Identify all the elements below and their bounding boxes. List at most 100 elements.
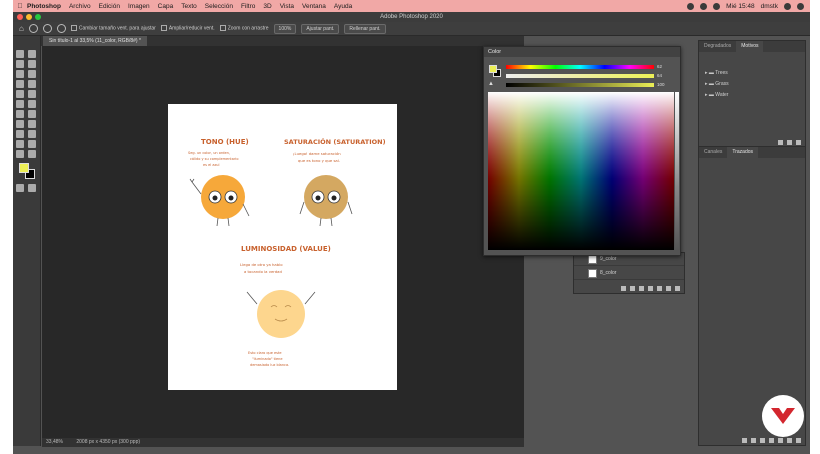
layer-row[interactable]: 8_color (574, 267, 684, 280)
zoom-in-icon[interactable] (42, 24, 52, 33)
folder-icon[interactable] (778, 140, 783, 145)
wifi-icon[interactable] (700, 2, 708, 10)
fill-path-icon[interactable] (742, 438, 747, 443)
trash-icon[interactable] (796, 438, 801, 443)
new-pattern-icon[interactable] (787, 140, 792, 145)
apple-icon[interactable]:  (13, 3, 27, 10)
artboard[interactable]: TONO (HUE) Seg. un color, un orden, cáli… (168, 104, 397, 390)
type-tool-icon[interactable] (16, 130, 24, 138)
foreground-color-swatch[interactable] (19, 163, 29, 173)
tab-canales[interactable]: Canales (699, 147, 727, 158)
menu-imagen[interactable]: Imagen (128, 3, 150, 10)
saturation-slider[interactable] (506, 74, 654, 78)
clone-stamp-icon[interactable] (28, 90, 36, 98)
new-path-icon[interactable] (787, 438, 792, 443)
move-tool-icon[interactable] (16, 50, 24, 58)
saturation-text-1: ¡Luego! dame saturación (293, 151, 341, 156)
zoom-window-button[interactable] (35, 14, 41, 20)
dodge-tool-icon[interactable] (16, 120, 24, 128)
color-panel[interactable]: Color ▲ 62 64 100 (483, 46, 681, 256)
mask-icon[interactable] (639, 286, 644, 291)
eyedropper-icon[interactable] (16, 80, 24, 88)
gradient-tool-icon[interactable] (16, 110, 24, 118)
adjustment-icon[interactable] (648, 286, 653, 291)
fit-screen-button[interactable]: Ajustar pant. (301, 23, 340, 34)
zoom-tool-icon[interactable] (28, 24, 38, 33)
menubar-user[interactable]: dmstk (761, 3, 778, 10)
menu-list-icon[interactable] (797, 2, 804, 10)
new-layer-icon[interactable] (666, 286, 671, 291)
tab-trazados[interactable]: Trazados (727, 147, 759, 158)
blur-tool-icon[interactable] (28, 110, 36, 118)
more-tools-icon[interactable] (28, 150, 36, 158)
frame-tool-icon[interactable] (28, 70, 36, 78)
quick-mask-icon[interactable] (16, 184, 24, 192)
volume-icon[interactable] (713, 2, 721, 10)
hue-slider[interactable] (506, 65, 654, 69)
resize-window-option[interactable]: Cambiar tamaño vent. para ajustar (70, 25, 156, 32)
fill-screen-button[interactable]: Rellenar pant. (344, 23, 386, 34)
pattern-folder[interactable]: Water (705, 92, 728, 98)
status-icon[interactable] (687, 2, 695, 10)
menu-archivo[interactable]: Archivo (69, 3, 91, 10)
add-mask-icon[interactable] (778, 438, 783, 443)
document-tab[interactable]: Sin título-1 al 33,5% (11_color, RGB/8#)… (43, 36, 147, 46)
canvas-area[interactable]: TONO (HUE) Seg. un color, un orden, cáli… (42, 46, 524, 438)
menu-vista[interactable]: Vista (280, 3, 294, 10)
menu-ventana[interactable]: Ventana (302, 3, 326, 10)
home-icon[interactable]: ⌂ (19, 24, 24, 33)
brightness-slider[interactable] (506, 83, 654, 87)
menu-capa[interactable]: Capa (158, 3, 174, 10)
fx-icon[interactable] (630, 286, 635, 291)
expand-window-option[interactable]: Ampliar/reducir vent. (160, 25, 215, 32)
pattern-folder[interactable]: Trees (705, 70, 728, 76)
eraser-tool-icon[interactable] (28, 100, 36, 108)
brightness-value[interactable]: 100 (657, 82, 665, 87)
make-path-icon[interactable] (769, 438, 774, 443)
magic-wand-icon[interactable] (28, 60, 36, 68)
shape-tool-icon[interactable] (16, 140, 24, 148)
search-icon[interactable] (784, 2, 791, 10)
zoom-out-icon[interactable] (56, 24, 66, 33)
panel-scrollbar[interactable] (675, 92, 679, 250)
stroke-path-icon[interactable] (751, 438, 756, 443)
path-select-icon[interactable] (28, 130, 36, 138)
menu-filtro[interactable]: Filtro (241, 3, 255, 10)
link-layers-icon[interactable] (621, 286, 626, 291)
menu-edicion[interactable]: Edición (99, 3, 120, 10)
color-spectrum-field[interactable] (488, 92, 674, 250)
zoom-100-button[interactable]: 100% (273, 23, 297, 34)
pen-tool-icon[interactable] (28, 120, 36, 128)
history-brush-icon[interactable] (16, 100, 24, 108)
menu-3d[interactable]: 3D (263, 3, 271, 10)
screen-mode-icon[interactable] (28, 184, 36, 192)
menu-ayuda[interactable]: Ayuda (334, 3, 352, 10)
hue-value[interactable]: 62 (657, 64, 662, 69)
menu-texto[interactable]: Texto (181, 3, 197, 10)
zoom-readout[interactable]: 33,48% (46, 439, 63, 445)
color-panel-header[interactable]: Color (484, 47, 680, 57)
lasso-tool-icon[interactable] (16, 60, 24, 68)
scrubby-zoom-option[interactable]: Zoom con arrastre (219, 25, 269, 32)
menu-seleccion[interactable]: Selección (205, 3, 233, 10)
pattern-folder[interactable]: Grass (705, 81, 728, 87)
warning-icon[interactable]: ▲ (488, 81, 494, 87)
zoom-tool-side-icon[interactable] (16, 150, 24, 158)
menu-photoshop[interactable]: Photoshop (27, 3, 61, 10)
healing-brush-icon[interactable] (28, 80, 36, 88)
panel-fg-swatch[interactable] (489, 65, 497, 73)
tab-degradados[interactable]: Degradados (699, 41, 736, 52)
marquee-tool-icon[interactable] (28, 50, 36, 58)
brush-tool-icon[interactable] (16, 90, 24, 98)
menubar-clock[interactable]: Mié 15:48 (726, 3, 755, 10)
tab-motivos[interactable]: Motivos (736, 41, 764, 52)
group-icon[interactable] (657, 286, 662, 291)
trash-icon[interactable] (796, 140, 801, 145)
saturation-value[interactable]: 64 (657, 73, 662, 78)
hand-tool-icon[interactable] (28, 140, 36, 148)
close-window-button[interactable] (17, 14, 23, 20)
load-selection-icon[interactable] (760, 438, 765, 443)
minimize-window-button[interactable] (26, 14, 32, 20)
trash-icon[interactable] (675, 286, 680, 291)
crop-tool-icon[interactable] (16, 70, 24, 78)
